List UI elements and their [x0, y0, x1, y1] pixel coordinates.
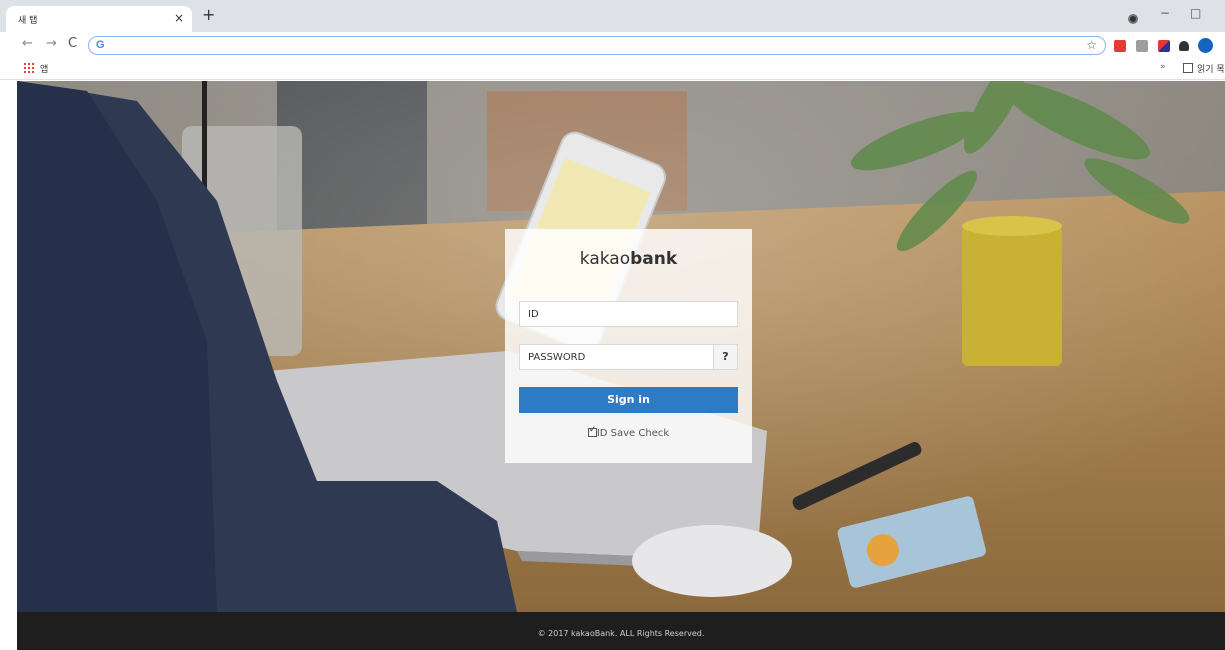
address-bar[interactable]: G ☆ — [88, 36, 1106, 55]
reading-list-label[interactable]: 읽기 목록 — [1197, 62, 1225, 75]
password-help-button[interactable]: ? — [713, 345, 737, 369]
sign-in-button[interactable]: Sign in — [519, 387, 738, 413]
browser-tab[interactable]: 새 탭 × — [6, 6, 192, 32]
login-panel: kakaobank ? Sign in ID Save Check — [505, 229, 752, 463]
reading-list-icon[interactable] — [1183, 63, 1193, 73]
maximize-button[interactable]: □ — [1190, 6, 1201, 20]
reload-button[interactable]: C — [68, 37, 77, 51]
password-input[interactable] — [520, 345, 737, 370]
profile-icon[interactable] — [1128, 14, 1138, 24]
page-content: kakaobank ? Sign in ID Save Check © 2017… — [17, 81, 1225, 650]
extension-gray-icon[interactable] — [1136, 40, 1148, 52]
id-save-check-label[interactable]: ID Save Check — [597, 428, 669, 439]
back-button[interactable]: ← — [22, 37, 33, 51]
footer: © 2017 kakaoBank. ALL Rights Reserved. — [17, 612, 1225, 650]
apps-grid-icon[interactable] — [24, 63, 34, 73]
bookmarks-more-icon[interactable]: » — [1160, 62, 1166, 72]
google-icon: G — [96, 39, 105, 51]
browser-tab-bar: 새 탭 × + − □ — [0, 0, 1225, 32]
tab-close-icon[interactable]: × — [174, 11, 184, 25]
id-input[interactable] — [520, 302, 737, 327]
bookmarks-bar: 앱 » 읽기 목록 — [0, 58, 1225, 80]
id-save-check[interactable]: ID Save Check — [505, 425, 752, 439]
copyright-text: © 2017 kakaoBank. ALL Rights Reserved. — [537, 629, 705, 638]
new-tab-button[interactable]: + — [202, 6, 215, 24]
password-field[interactable]: ? — [519, 344, 738, 370]
id-field[interactable] — [519, 301, 738, 327]
forward-button[interactable]: → — [46, 37, 57, 51]
apps-label[interactable]: 앱 — [40, 62, 48, 75]
extensions-puzzle-icon[interactable] — [1179, 41, 1189, 51]
tab-title: 새 탭 — [18, 16, 38, 26]
minimize-button[interactable]: − — [1160, 6, 1170, 20]
id-save-checkbox[interactable] — [587, 425, 597, 437]
account-avatar-icon[interactable] — [1198, 38, 1213, 53]
kakaobank-logo: kakaobank — [579, 249, 678, 269]
bookmark-star-icon[interactable]: ☆ — [1086, 38, 1097, 52]
browser-toolbar: ← → C G ☆ — [0, 32, 1225, 58]
extension-red-icon[interactable] — [1114, 40, 1126, 52]
extension-flag-icon[interactable] — [1158, 40, 1170, 52]
